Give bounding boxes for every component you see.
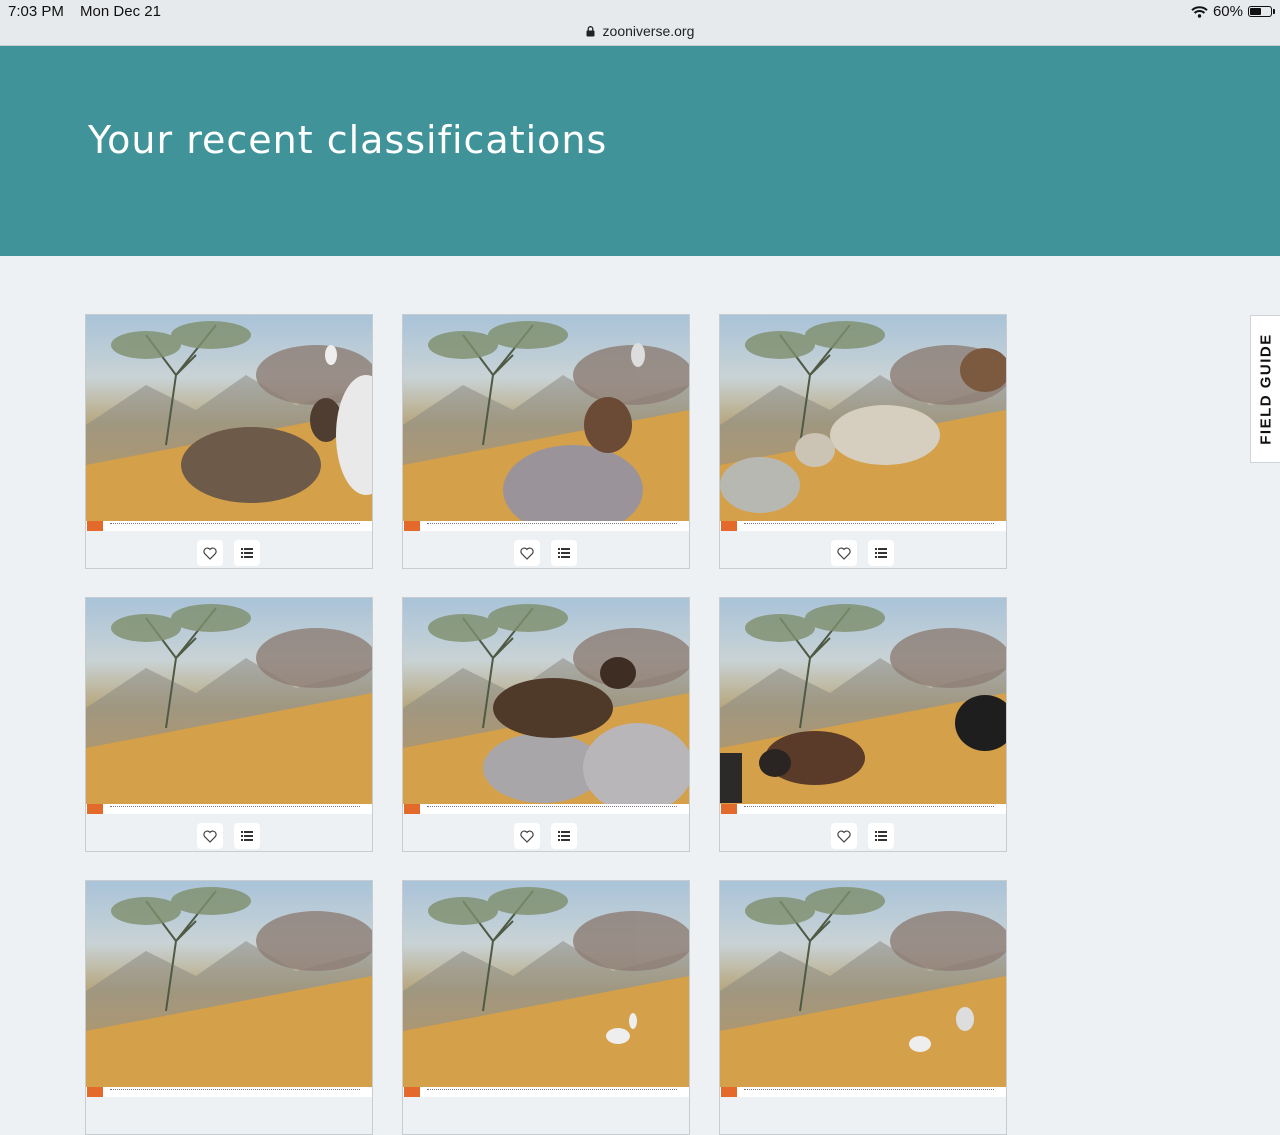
- favorite-button[interactable]: [831, 540, 857, 566]
- camera-info-strip: [86, 521, 372, 531]
- add-to-collection-button[interactable]: [234, 540, 260, 566]
- card-actions: [720, 537, 1006, 567]
- battery-percent: 60%: [1212, 3, 1243, 20]
- lock-icon: [586, 26, 595, 37]
- heart-icon: [520, 546, 534, 560]
- camera-info-text: [110, 1089, 360, 1092]
- favorite-button[interactable]: [831, 823, 857, 849]
- camera-info-text: [110, 806, 360, 809]
- camera-info-strip: [403, 1087, 689, 1097]
- heart-icon: [837, 546, 851, 560]
- status-left: 7:03 PM Mon Dec 21: [8, 3, 173, 20]
- status-date: Mon Dec 21: [80, 3, 161, 20]
- camera-info-strip: [720, 1087, 1006, 1097]
- camera-logo: [87, 521, 103, 531]
- camera-info-text: [427, 1089, 677, 1092]
- status-bar: 7:03 PM Mon Dec 21 zooniverse.org 60%: [0, 0, 1280, 46]
- favorite-button[interactable]: [514, 540, 540, 566]
- classification-card[interactable]: [719, 597, 1007, 852]
- camera-info-strip: [720, 804, 1006, 814]
- list-icon: [875, 548, 887, 558]
- add-to-collection-button[interactable]: [234, 823, 260, 849]
- favorite-button[interactable]: [197, 823, 223, 849]
- field-guide-label: FIELD GUIDE: [1257, 333, 1274, 445]
- classification-card[interactable]: [719, 880, 1007, 1135]
- list-icon: [875, 831, 887, 841]
- classification-card[interactable]: [85, 597, 373, 852]
- list-icon: [558, 831, 570, 841]
- battery-level: [1250, 8, 1262, 15]
- subject-thumbnail[interactable]: [403, 598, 689, 806]
- status-right: 60%: [1191, 3, 1275, 20]
- url-text: zooniverse.org: [602, 23, 695, 39]
- list-icon: [241, 831, 253, 841]
- camera-info-text: [744, 806, 994, 809]
- battery-icon: [1248, 6, 1275, 17]
- subject-thumbnail[interactable]: [720, 598, 1006, 806]
- classification-card[interactable]: [85, 314, 373, 569]
- add-to-collection-button[interactable]: [551, 823, 577, 849]
- camera-logo: [721, 804, 737, 814]
- camera-info-text: [427, 806, 677, 809]
- card-actions: [86, 537, 372, 567]
- classification-card[interactable]: [402, 314, 690, 569]
- subject-thumbnail[interactable]: [720, 881, 1006, 1089]
- camera-info-strip: [720, 521, 1006, 531]
- classification-card[interactable]: [719, 314, 1007, 569]
- address-bar[interactable]: zooniverse.org: [0, 23, 1280, 39]
- subject-thumbnail[interactable]: [720, 315, 1006, 523]
- page-title: Your recent classifications: [88, 118, 608, 162]
- subject-thumbnail[interactable]: [403, 315, 689, 523]
- card-actions: [403, 537, 689, 567]
- status-time: 7:03 PM: [8, 3, 64, 20]
- wifi-icon: [1191, 5, 1208, 18]
- camera-logo: [404, 521, 420, 531]
- page-header: Your recent classifications: [0, 46, 1280, 256]
- subject-thumbnail[interactable]: [86, 598, 372, 806]
- list-icon: [558, 548, 570, 558]
- card-actions: [720, 820, 1006, 850]
- camera-info-text: [110, 523, 360, 526]
- camera-info-text: [744, 1089, 994, 1092]
- heart-icon: [837, 829, 851, 843]
- camera-logo: [404, 1087, 420, 1097]
- add-to-collection-button[interactable]: [868, 823, 894, 849]
- camera-info-text: [744, 523, 994, 526]
- camera-info-strip: [86, 1087, 372, 1097]
- heart-icon: [520, 829, 534, 843]
- heart-icon: [203, 829, 217, 843]
- camera-logo: [87, 1087, 103, 1097]
- favorite-button[interactable]: [197, 540, 223, 566]
- favorite-button[interactable]: [514, 823, 540, 849]
- camera-info-text: [427, 523, 677, 526]
- add-to-collection-button[interactable]: [551, 540, 577, 566]
- classification-card[interactable]: [402, 880, 690, 1135]
- classification-card[interactable]: [402, 597, 690, 852]
- camera-info-strip: [403, 521, 689, 531]
- subject-thumbnail[interactable]: [86, 881, 372, 1089]
- field-guide-tab[interactable]: FIELD GUIDE: [1250, 315, 1280, 463]
- camera-logo: [721, 521, 737, 531]
- camera-logo: [721, 1087, 737, 1097]
- add-to-collection-button[interactable]: [868, 540, 894, 566]
- card-actions: [86, 820, 372, 850]
- camera-info-strip: [86, 804, 372, 814]
- card-actions: [403, 820, 689, 850]
- camera-logo: [87, 804, 103, 814]
- camera-info-strip: [403, 804, 689, 814]
- subject-thumbnail[interactable]: [86, 315, 372, 523]
- classification-card[interactable]: [85, 880, 373, 1135]
- subject-thumbnail[interactable]: [403, 881, 689, 1089]
- heart-icon: [203, 546, 217, 560]
- camera-logo: [404, 804, 420, 814]
- list-icon: [241, 548, 253, 558]
